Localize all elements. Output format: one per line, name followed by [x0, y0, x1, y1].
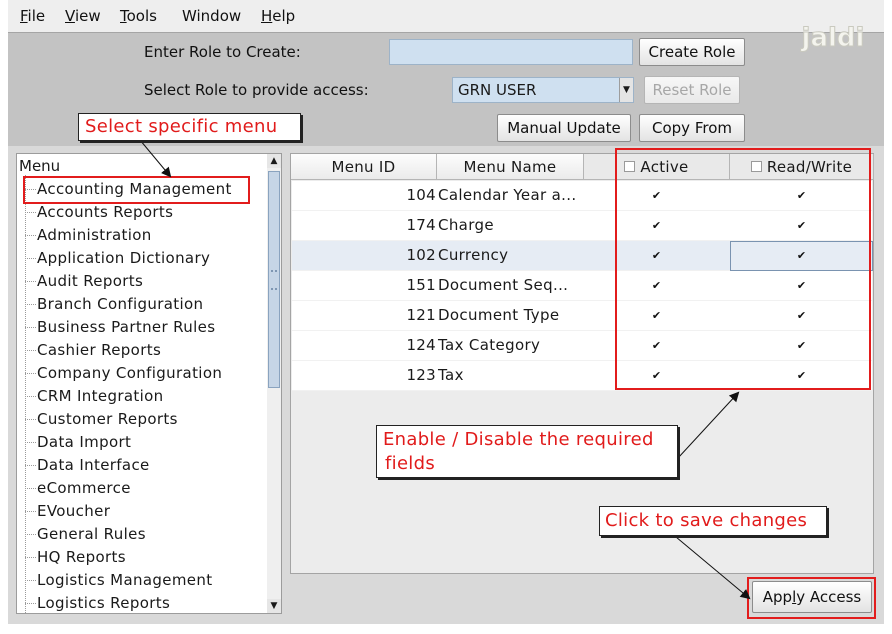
arrow-to-menu-item	[139, 139, 172, 178]
arrow-to-apply-button	[675, 536, 751, 600]
callout-enable-fields-line1: Enable / Disable the required	[383, 429, 654, 450]
callout-enable-fields-line2: fields	[385, 453, 436, 474]
callout-save-changes: Click to save changes	[599, 506, 827, 536]
annotation-arrows	[139, 139, 751, 600]
callout-enable-fields: Enable / Disable the required fields	[376, 425, 678, 478]
callout-select-menu: Select specific menu	[78, 113, 301, 141]
arrow-to-checkboxes	[677, 391, 740, 459]
